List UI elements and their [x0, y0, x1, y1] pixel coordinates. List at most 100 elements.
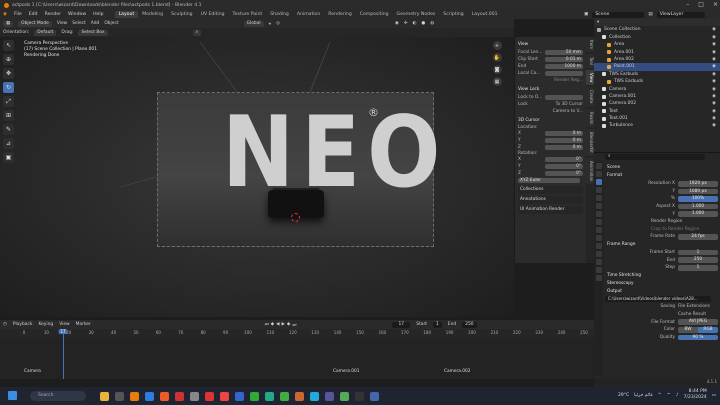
workspace-tab[interactable]: Animation	[293, 11, 324, 18]
measure-tool-icon[interactable]: ⊿	[3, 138, 14, 149]
modifier-props-tab-icon[interactable]	[595, 227, 602, 233]
cursor-tool-icon[interactable]: ⊕	[3, 54, 14, 65]
playback-menu[interactable]: Playback	[13, 322, 33, 327]
resolution-y-field[interactable]: 1080 px	[678, 188, 718, 195]
visibility-icon[interactable]: ◉	[395, 21, 399, 26]
outliner-row[interactable]: Text ◉	[594, 108, 720, 115]
timeline-view-menu[interactable]: View	[59, 322, 69, 327]
transform-pivot-dropdown[interactable]: Global	[243, 20, 264, 27]
data-tab-icon[interactable]	[595, 259, 602, 265]
app-icon[interactable]	[370, 391, 379, 401]
menu-window[interactable]: Window	[68, 12, 86, 17]
outliner-row[interactable]: Area.002 ◉	[594, 56, 720, 63]
constraints-tab-icon[interactable]	[595, 251, 602, 257]
frame-end-field[interactable]: 250	[678, 257, 718, 263]
object-menu[interactable]: Object	[104, 21, 118, 26]
output-section-header[interactable]: Output	[605, 288, 718, 296]
viewlayer-field[interactable]: ViewLayer	[656, 11, 705, 18]
view-section-header[interactable]: View	[518, 42, 583, 47]
grid-view-icon[interactable]: ▦	[492, 77, 502, 86]
visibility-eye-icon[interactable]: ◉	[712, 93, 716, 100]
app-icon[interactable]	[205, 391, 214, 401]
render-region-checkbox[interactable]: Render Region	[651, 219, 682, 224]
notification-icon[interactable]: ▭	[712, 393, 716, 398]
app-icon[interactable]	[265, 391, 274, 401]
play-reverse-icon[interactable]: ◀	[276, 322, 279, 328]
color-bw-toggle[interactable]: BW	[678, 326, 698, 333]
transform-tool-icon[interactable]: ⊞	[3, 110, 14, 121]
brave-icon[interactable]	[160, 391, 169, 401]
workspace-tab[interactable]: Texture Paint	[229, 11, 267, 18]
workspace-tab[interactable]: Compositing	[356, 11, 393, 18]
collections-panel[interactable]: Collections	[518, 186, 583, 194]
annotations-panel[interactable]: Annotations	[518, 196, 583, 204]
material-tab-icon[interactable]	[595, 267, 602, 273]
color-rgb-toggle[interactable]: RGB	[698, 326, 718, 333]
maximize-icon[interactable]: □	[698, 1, 704, 8]
rotate-tool-icon[interactable]: ↻	[3, 82, 14, 93]
clock[interactable]: 8:44 PM 7/23/2024	[684, 389, 707, 401]
frame-step-field[interactable]: 1	[678, 264, 718, 271]
outliner-row[interactable]: Camera ◉	[594, 86, 720, 93]
visibility-eye-icon[interactable]: ◉	[712, 122, 716, 129]
snap-icon[interactable]: ⌖	[269, 21, 271, 27]
jump-end-icon[interactable]: ⏭	[292, 322, 296, 328]
sidebar-tab-blenderkit[interactable]: BlenderKit	[586, 129, 594, 157]
sidebar-tab-create[interactable]: Create	[586, 87, 594, 107]
pan-hand-icon[interactable]: ✋	[492, 53, 502, 62]
sidebar-tab-animation[interactable]: Animation	[586, 158, 594, 185]
visibility-eye-icon[interactable]: ◉	[712, 56, 716, 63]
app-icon[interactable]	[295, 391, 304, 401]
workspace-tab[interactable]: UV Editing	[197, 11, 229, 18]
timeline-marker[interactable]: Camera.001	[333, 369, 359, 374]
outliner-row[interactable]: Area.001 ◉	[594, 49, 720, 56]
stereoscopy-panel[interactable]: Stereoscopy	[605, 280, 718, 288]
overlay-icon[interactable]: ◐	[413, 21, 417, 26]
workspace-tab[interactable]: Modeling	[138, 11, 167, 18]
crop-region-checkbox[interactable]: Crop to Render Region	[651, 227, 699, 232]
focal-length-field[interactable]: 50 mm	[545, 49, 583, 56]
rotation-mode-dropdown[interactable]: XYZ Euler	[518, 177, 580, 184]
camera-to-view-checkbox[interactable]: Camera to V...	[553, 109, 583, 114]
format-section-header[interactable]: Format	[605, 172, 718, 180]
move-tool-icon[interactable]: ✥	[3, 68, 14, 79]
app-icon[interactable]	[190, 391, 199, 401]
blender-taskbar-icon[interactable]	[130, 391, 139, 401]
aspect-x-field[interactable]: 1.000	[678, 203, 718, 210]
visibility-eye-icon[interactable]: ◉	[712, 100, 716, 107]
output-props-tab-icon[interactable]	[595, 179, 602, 185]
frame-ruler[interactable]: 0 10 20 30 40 50 60 70 80 90 100 110 120 130 140 150 160…	[0, 329, 594, 337]
file-format-dropdown[interactable]: AVI JPEG	[678, 319, 718, 325]
workspace-tab[interactable]: Rendering	[324, 11, 355, 18]
cursor-rot-z-field[interactable]: 0°	[545, 170, 583, 177]
visibility-eye-icon[interactable]: ◉	[712, 49, 716, 56]
render-props-tab-icon[interactable]	[595, 171, 602, 177]
drag-dropdown[interactable]: Select Box	[78, 29, 108, 36]
view-menu[interactable]: View	[57, 21, 67, 26]
output-path-field[interactable]: C:\Users\wizard\Videos\blender videos\A2…	[605, 296, 711, 303]
outliner-row[interactable]: Area ◉	[594, 41, 720, 48]
visibility-eye-icon[interactable]: ◉	[712, 71, 716, 78]
editor-type-button[interactable]: ▦	[3, 20, 14, 27]
select-menu[interactable]: Select	[72, 21, 86, 26]
play-icon[interactable]: ▶	[282, 322, 285, 328]
scene-field[interactable]: Scene	[592, 11, 645, 18]
frame-range-section-header[interactable]: Frame Range	[605, 241, 718, 249]
tool-props-tab-icon[interactable]	[595, 163, 602, 169]
lock-object-field[interactable]	[545, 94, 583, 101]
clip-start-field[interactable]: 0.01 m	[545, 56, 583, 63]
current-frame-field[interactable]: 17	[392, 321, 411, 328]
taskbar-search[interactable]: Search	[30, 391, 86, 401]
file-extensions-checkbox[interactable]: File Extensions	[678, 304, 718, 309]
menu-file[interactable]: File	[14, 12, 22, 17]
cursor-loc-z-field[interactable]: 0 m	[545, 144, 583, 151]
select-tool-icon[interactable]: ↖	[3, 40, 14, 51]
time-stretching-panel[interactable]: Time Stretching	[605, 272, 718, 280]
local-camera-field[interactable]	[545, 70, 583, 77]
app-icon[interactable]	[340, 391, 349, 401]
shading-rendered-icon[interactable]: ◍	[430, 21, 434, 26]
weather-temp[interactable]: 29°C	[618, 393, 629, 398]
close-icon[interactable]: ×	[713, 1, 718, 8]
outliner-filter-icon[interactable]: ▾	[597, 19, 599, 26]
scale-tool-icon[interactable]: ⤢	[3, 96, 14, 107]
